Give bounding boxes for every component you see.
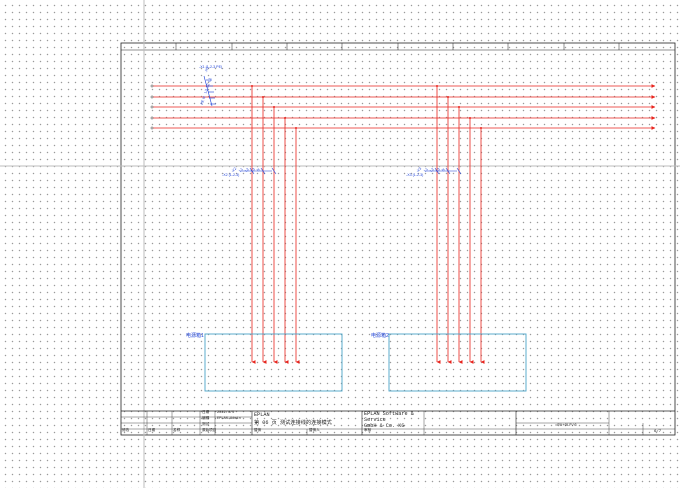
tb-date-value: 2022/4/5 [217, 411, 235, 415]
schematic-canvas [0, 0, 680, 488]
tb-drawing-title: 第 06 页 测试连接线的连接模式 [254, 420, 332, 426]
tb-page-ref: =PA+OLP/6 [555, 424, 577, 428]
right-terminal-label: L2 [428, 167, 435, 173]
right-terminal-label: L3 [434, 167, 441, 173]
tb-company: EPLAN [254, 412, 270, 418]
right-terminal-labels: -X3 L1 L2 L3 N [415, 167, 445, 174]
left-cabinet-label: 电源箱1 [186, 333, 204, 339]
tb-revision-label: 修改 [122, 429, 130, 433]
tb-editor-label: 编辑 [202, 417, 210, 421]
left-drop-wires [251, 86, 300, 364]
right-group-caption: -X3 (1-2-3) [406, 173, 424, 177]
left-terminal-label: L2 [243, 167, 250, 173]
left-terminal-label: L3 [249, 167, 256, 173]
wire-start-connectors [150, 84, 154, 130]
bus-wires [152, 84, 656, 130]
frame-header-ticks [175, 43, 620, 50]
tb-editor-value: EPLAN-Admin [217, 417, 241, 421]
tb-check-label: 审核 [364, 429, 372, 433]
left-cabinet-box[interactable] [204, 333, 343, 392]
left-group-caption: -X2 (1-2-3) [222, 173, 240, 177]
right-terminal-label: L1 [422, 167, 429, 173]
tb-replacer-label: 替换人 [309, 429, 320, 433]
tb-page-total: 6/7 [654, 430, 662, 434]
left-terminal-label: L1 [237, 167, 244, 173]
tb-replace-label: 替换 [254, 429, 262, 433]
left-terminal-labels: -X2 L1 L2 L3 N [230, 167, 260, 174]
tb-name-label: 名称 [173, 429, 181, 433]
right-cabinet-box[interactable] [388, 333, 527, 392]
right-drop-wires [436, 86, 485, 364]
top-terminal-label: -X1 [204, 66, 210, 73]
tb-original-label: 原始项目 [202, 429, 217, 433]
tb-rev-date-label: 日期 [148, 429, 156, 433]
right-cabinet-label: 电源箱2 [371, 333, 389, 339]
tb-test-label: 测试 [202, 423, 210, 427]
tb-date-label: 日期 [202, 411, 210, 415]
